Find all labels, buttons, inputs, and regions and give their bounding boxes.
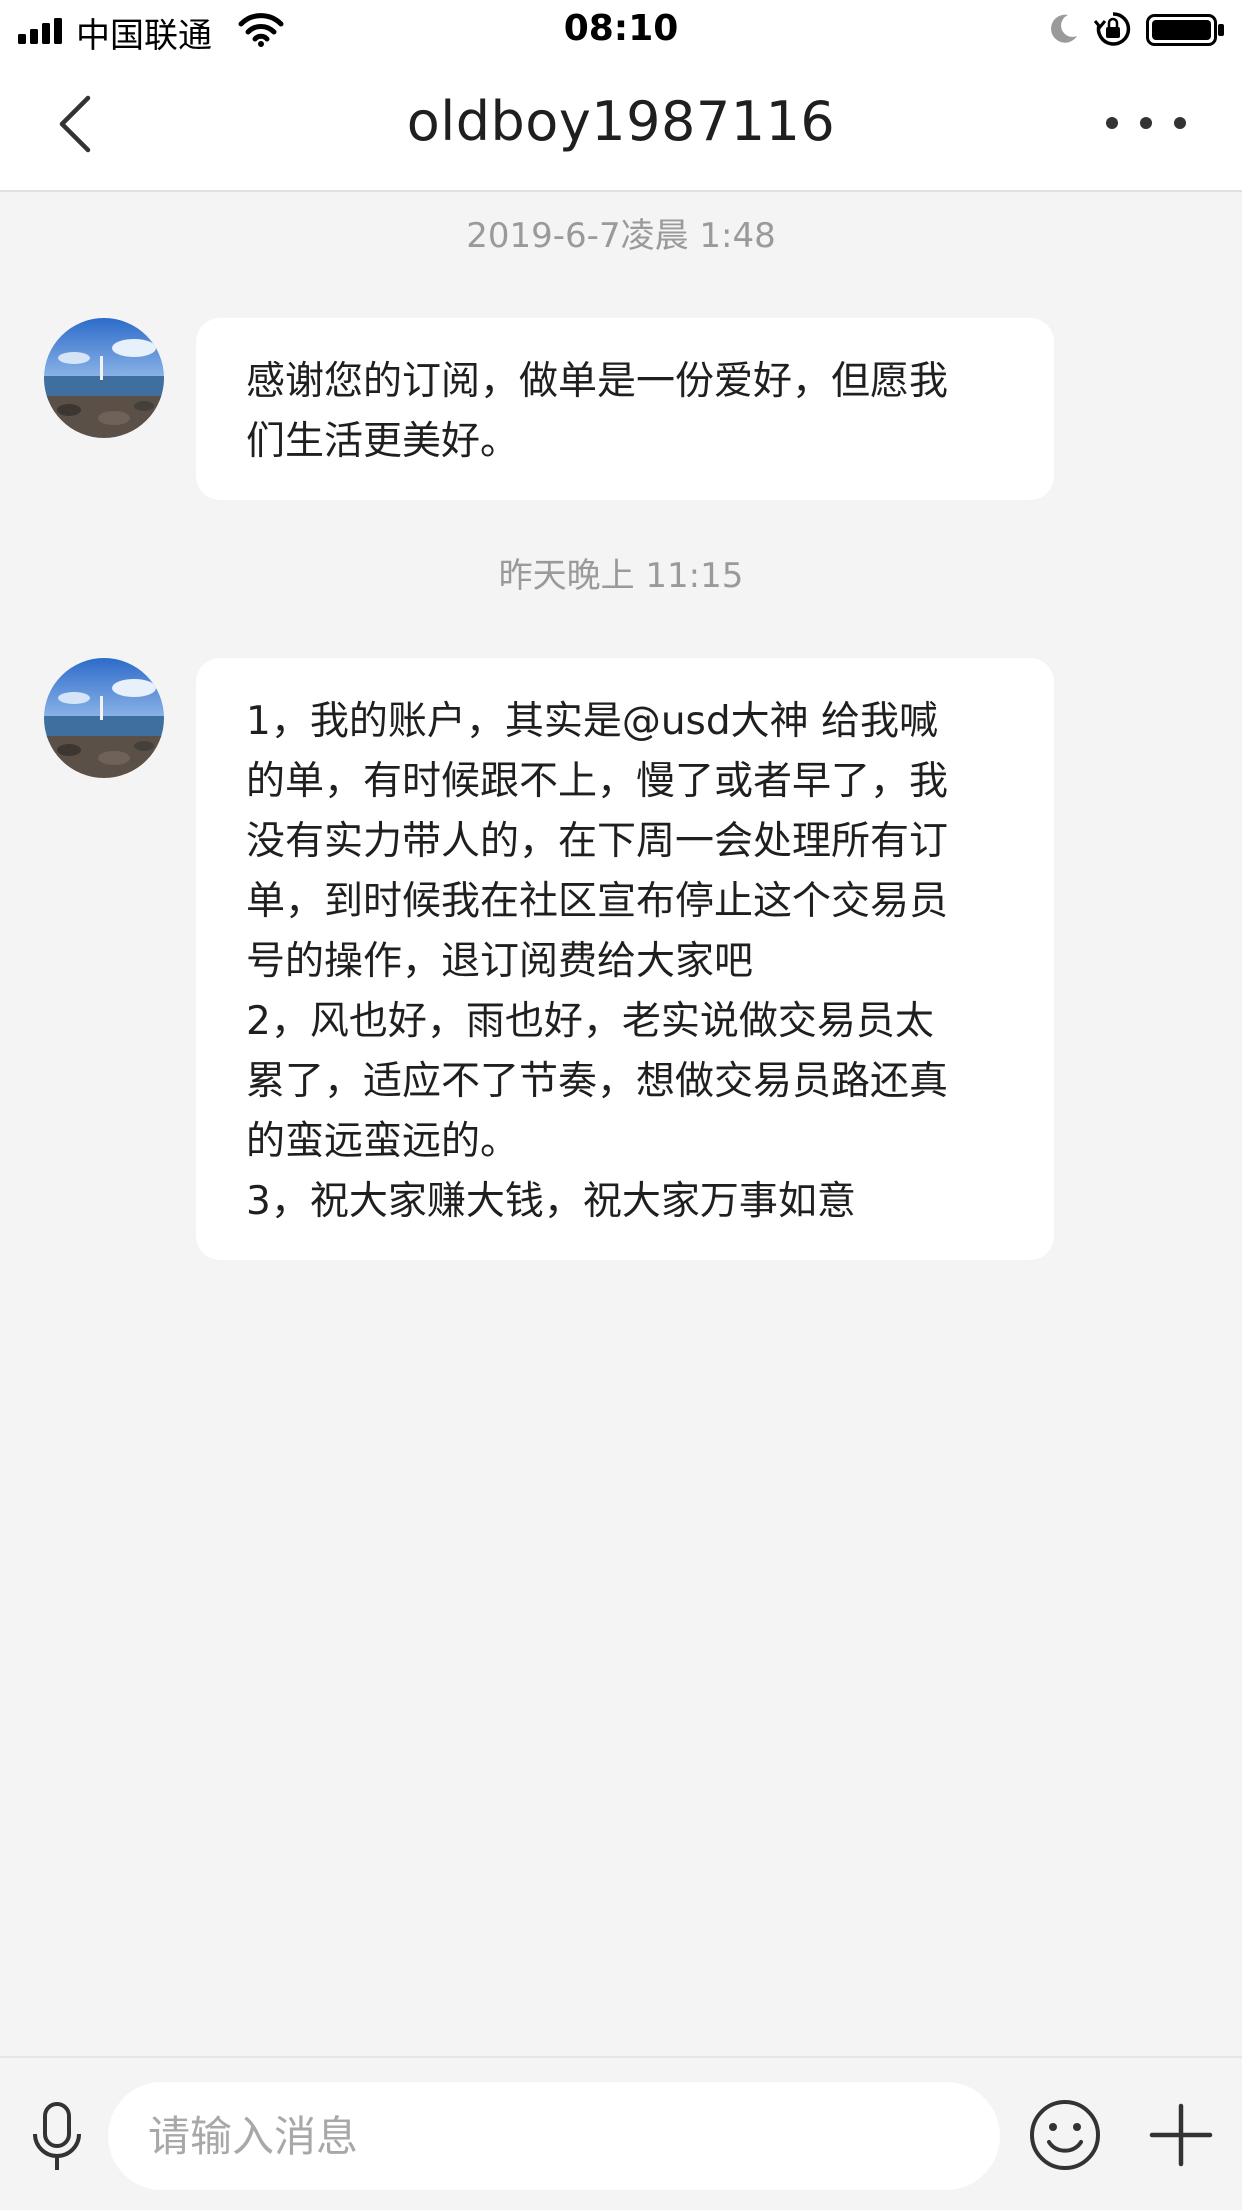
more-dots-icon[interactable] [1096, 98, 1196, 148]
message-line: 感谢您的订阅，做单是一份爱好，但愿我 [246, 359, 949, 404]
status-bar: 中国联通 08:10 [0, 0, 1242, 62]
message-line: 的单，有时候跟不上，慢了或者早了，我 [246, 759, 949, 804]
message-line: 单，到时候我在社区宣布停止这个交易员 [246, 879, 949, 924]
emoji-icon[interactable] [1028, 2098, 1102, 2172]
microphone-icon[interactable] [30, 2100, 84, 2174]
message-bubble: 1，我的账户，其实是@usd大神 给我喊 的单，有时候跟不上，慢了或者早了，我 … [196, 658, 1054, 1260]
message-line: 3，祝大家赚大钱，祝大家万事如意 [246, 1179, 856, 1224]
message-line: 1，我的账户，其实是@usd大神 给我喊 [246, 699, 939, 744]
moon-icon [1051, 14, 1077, 43]
avatar[interactable] [44, 318, 164, 438]
message-input[interactable] [108, 2082, 1000, 2190]
message-line: 的蛮远蛮远的。 [246, 1119, 520, 1164]
message-timestamp: 2019-6-7凌晨 1:48 [466, 216, 776, 256]
message-line: 号的操作，退订阅费给大家吧 [246, 939, 754, 984]
rotation-lock-icon [1094, 12, 1131, 46]
avatar[interactable] [44, 658, 164, 778]
nav-bar: oldboy1987116 [0, 62, 1242, 192]
message-line: 累了，适应不了节奏，想做交易员路还真 [246, 1059, 949, 1104]
chat-title: oldboy1987116 [406, 90, 836, 153]
plus-icon[interactable] [1148, 2102, 1214, 2168]
message-line: 没有实力带人的，在下周一会处理所有订 [246, 819, 949, 864]
message-line: 2，风也好，雨也好，老实说做交易员太 [246, 999, 934, 1044]
message-timestamp: 昨天晚上 11:15 [498, 556, 744, 596]
battery-icon [1146, 14, 1224, 46]
input-bar [0, 2056, 1242, 2210]
message-line: 们生活更美好。 [246, 419, 520, 464]
message-bubble: 感谢您的订阅，做单是一份爱好，但愿我 们生活更美好。 [196, 318, 1054, 500]
